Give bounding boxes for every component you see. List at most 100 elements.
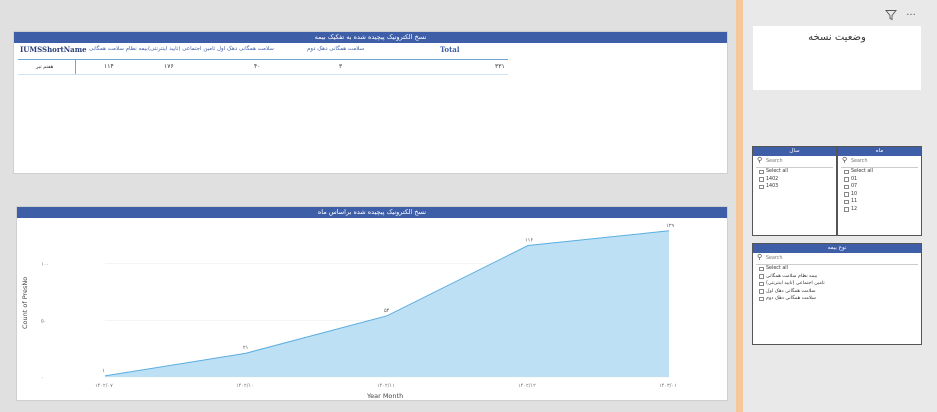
- row-col3: ۴۰: [254, 63, 261, 70]
- slicer-item-label: 1402: [766, 176, 779, 182]
- header-col-decile-1[interactable]: سلامت همگانی دهک اول: [217, 46, 274, 52]
- year-search-input[interactable]: ⚲ Search: [756, 156, 833, 168]
- checkbox[interactable]: [844, 192, 849, 197]
- insurance-search-input[interactable]: ⚲ Search: [756, 253, 918, 265]
- status-title: وضعیت نسخه: [808, 32, 866, 43]
- month-search-placeholder: Search: [851, 159, 868, 164]
- table-visual-title: نسخ الکترونیک پیچیده شده به تفکیک بیمه: [14, 32, 727, 43]
- checkbox[interactable]: [844, 177, 849, 182]
- status-card: وضعیت نسخه: [753, 26, 921, 90]
- x-axis-title: Year Month: [366, 392, 403, 400]
- row-col2: ۱۷۶: [164, 63, 174, 70]
- search-icon: ⚲: [842, 156, 848, 164]
- slicer-item-label: سلامت همگانی دهک اول: [766, 288, 816, 294]
- year-slicer-title: سال: [753, 147, 836, 156]
- checkbox[interactable]: [759, 184, 764, 189]
- checkbox[interactable]: [759, 281, 764, 286]
- month-slicer-title: ماه: [838, 147, 921, 156]
- slicer-item-label: Select all: [766, 169, 788, 174]
- slicer-item-label: 07: [851, 184, 858, 189]
- slicer-item[interactable]: 12: [838, 206, 921, 214]
- more-options-icon[interactable]: ···: [904, 9, 918, 23]
- slicer-item[interactable]: 07: [838, 183, 921, 191]
- header-col-health-system[interactable]: بیمه نظام سلامت همگانی: [89, 46, 148, 52]
- table-footer-divider: [18, 74, 508, 75]
- insurance-search-placeholder: Search: [766, 256, 783, 261]
- y-axis-title: Count of PresNo: [21, 277, 29, 329]
- slicer-item[interactable]: Select all: [838, 168, 921, 176]
- slicer-item[interactable]: 01: [838, 176, 921, 184]
- year-slicer[interactable]: سال ⚲ Search Select all 1402 1403: [752, 146, 837, 236]
- slicer-item[interactable]: سلامت همگانی دهک دوم: [753, 295, 921, 303]
- slicer-item[interactable]: Select all: [753, 168, 836, 176]
- data-label: ۵۴: [384, 308, 390, 314]
- slicer-item-label: Select all: [851, 169, 873, 174]
- x-tick-label: ۱۴۰۲/۰۷: [95, 383, 113, 389]
- slicer-item-label: بیمه نظام سلامت همگانی: [766, 273, 818, 279]
- row-name: هفتم تیر: [36, 64, 54, 70]
- x-tick-label: ۱۴۰۲/۱۱: [377, 383, 395, 389]
- filter-icon[interactable]: [884, 9, 898, 23]
- year-search-placeholder: Search: [766, 159, 783, 164]
- slicer-item-label: 1403: [766, 184, 779, 189]
- checkbox[interactable]: [759, 296, 764, 301]
- slicer-item[interactable]: 1403: [753, 183, 836, 191]
- header-col-social-security[interactable]: تامین اجتماعی (تایید اینترنتی): [148, 46, 215, 52]
- insurance-slicer-title: نوع بیمه: [753, 244, 921, 253]
- y-tick-label: ۱۰۰: [41, 262, 49, 268]
- header-iums-short-name[interactable]: IUMSShortName: [20, 45, 87, 54]
- checkbox[interactable]: [844, 184, 849, 189]
- data-label: ۱۲۹: [666, 223, 674, 229]
- row-total: ۳۳۱: [495, 63, 505, 70]
- area-chart-svg: ۰ ۵۰ ۱۰۰ ۱ ۲۱ ۵۴ ۱۱۶ ۱۲۹ ۱۴۰۲/۰۷ ۱۴۰۲/۱۰ ۱۴۰۲/۱۱ ۱۴…: [21, 223, 677, 400]
- y-tick-label: ۵۰: [41, 318, 46, 324]
- checkbox[interactable]: [844, 169, 849, 174]
- table-header-row: IUMSShortName بیمه نظام سلامت همگانی تام…: [14, 43, 727, 57]
- month-search-input[interactable]: ⚲ Search: [841, 156, 918, 168]
- checkbox[interactable]: [759, 266, 764, 271]
- slicer-item-label: Select all: [766, 266, 788, 271]
- x-tick-label: ۱۴۰۳/۰۱: [659, 383, 677, 389]
- search-icon: ⚲: [757, 156, 763, 164]
- row-name-separator: [75, 60, 76, 74]
- header-total[interactable]: Total: [440, 45, 460, 54]
- month-slicer-list: Select all 01 07 10 11 12: [838, 168, 921, 213]
- monthly-area-chart[interactable]: نسخ الکترونیک پیچیده شده براساس ماه ۰ ۵۰ ۱…: [16, 206, 728, 401]
- header-col-decile-2[interactable]: سلامت همگانی دهک دوم: [307, 46, 364, 52]
- filter-panel: ··· وضعیت نسخه سال ⚲ Search Select all 14…: [743, 0, 937, 412]
- slicer-item-label: 01: [851, 176, 858, 182]
- row-col1: ۱۱۴: [104, 63, 114, 70]
- checkbox[interactable]: [844, 199, 849, 204]
- slicer-item[interactable]: بیمه نظام سلامت همگانی: [753, 273, 921, 281]
- checkbox[interactable]: [759, 169, 764, 174]
- search-icon: ⚲: [757, 253, 763, 261]
- month-slicer[interactable]: ماه ⚲ Search Select all 01 07 10 11 12: [837, 146, 922, 236]
- data-label: ۲۱: [243, 345, 248, 351]
- row-col4: ۳: [339, 63, 343, 70]
- slicer-item[interactable]: 10: [838, 191, 921, 199]
- table-header-divider: [18, 59, 508, 60]
- slicer-item-label: سلامت همگانی دهک دوم: [766, 296, 816, 301]
- slicer-item-label: 11: [851, 199, 858, 204]
- slicer-item[interactable]: تامین اجتماعی (تایید اینترنتی): [753, 280, 921, 288]
- checkbox[interactable]: [759, 289, 764, 294]
- slicer-item[interactable]: 11: [838, 198, 921, 206]
- data-label: ۱۱۶: [525, 238, 533, 244]
- y-tick-label: ۰: [41, 375, 44, 381]
- x-tick-label: ۱۴۰۲/۱۰: [236, 383, 254, 389]
- slicer-item-label: 12: [851, 206, 858, 212]
- slicer-item[interactable]: 1402: [753, 176, 836, 184]
- report-canvas: نسخ الکترونیک پیچیده شده به تفکیک بیمه I…: [0, 0, 740, 412]
- pane-divider: [736, 0, 743, 412]
- checkbox[interactable]: [759, 274, 764, 279]
- slicer-item-label: تامین اجتماعی (تایید اینترنتی): [766, 281, 825, 286]
- slicer-item[interactable]: Select all: [753, 265, 921, 273]
- insurance-slicer-list: Select all بیمه نظام سلامت همگانی تامین اج…: [753, 265, 921, 303]
- year-slicer-list: Select all 1402 1403: [753, 168, 836, 191]
- slicer-item[interactable]: سلامت همگانی دهک اول: [753, 288, 921, 296]
- insurance-type-slicer[interactable]: نوع بیمه ⚲ Search Select all بیمه نظام سل…: [752, 243, 922, 345]
- checkbox[interactable]: [759, 177, 764, 182]
- insurance-table-visual[interactable]: نسخ الکترونیک پیچیده شده به تفکیک بیمه I…: [13, 31, 728, 174]
- data-label: ۱: [102, 368, 105, 374]
- checkbox[interactable]: [844, 207, 849, 212]
